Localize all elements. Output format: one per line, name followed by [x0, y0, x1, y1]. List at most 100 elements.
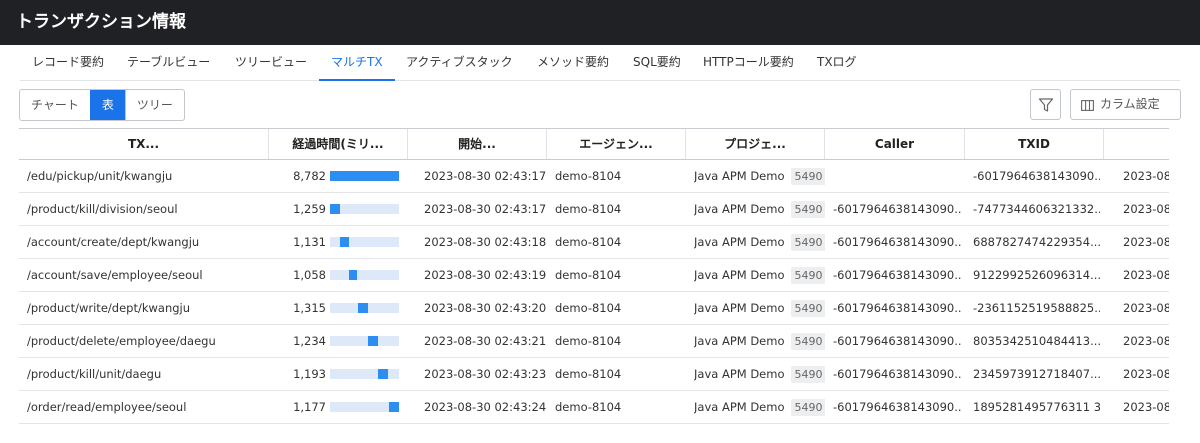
- table-row[interactable]: /product/kill/division/seoul 1,259 2023-08…: [19, 193, 1169, 226]
- table-row[interactable]: /product/kill/unit/daegu 1,193 2023-08-30 …: [19, 358, 1169, 391]
- table-header: TX... 経過時間(ミリ... 開始... エージェン... プロジェ... …: [19, 128, 1169, 160]
- end-time-cell: 2023-08-3: [1123, 268, 1169, 282]
- tx-name-cell: /product/kill/unit/daegu: [27, 367, 162, 381]
- transaction-table: TX... 経過時間(ミリ... 開始... エージェン... プロジェ... …: [19, 128, 1169, 443]
- project-cell: Java APM Demo 5490: [694, 325, 825, 357]
- caller-cell: -6017964638143090...: [833, 235, 961, 249]
- end-time-cell: 2023-08-3: [1123, 169, 1169, 183]
- project-name: Java APM Demo: [694, 235, 785, 249]
- caller-cell: -6017964638143090...: [833, 301, 961, 315]
- elapsed-bar: [330, 237, 399, 247]
- project-code-badge: 5490: [790, 168, 825, 185]
- caller-cell: -6017964638143090...: [833, 400, 961, 414]
- elapsed-bar-fill: [349, 270, 357, 280]
- elapsed-cell: 1,234: [293, 334, 326, 348]
- txid-cell: 1895281495776311 39: [973, 400, 1100, 414]
- tab-multi-tx[interactable]: マルチTX: [319, 45, 395, 81]
- column-header-project[interactable]: プロジェ...: [686, 129, 825, 159]
- column-header-elapsed[interactable]: 経過時間(ミリ...: [269, 129, 408, 159]
- project-name: Java APM Demo: [694, 301, 785, 315]
- tab-sql-summary[interactable]: SQL要約: [633, 45, 681, 81]
- elapsed-bar-fill: [340, 237, 349, 247]
- end-time-cell: 2023-08-3: [1123, 367, 1169, 381]
- caller-cell: -6017964638143090...: [833, 334, 961, 348]
- end-time-cell: 2023-08-3: [1123, 301, 1169, 315]
- elapsed-cell: 1,058: [293, 268, 326, 282]
- tab-tree-view[interactable]: ツリービュー: [235, 45, 307, 81]
- table-row[interactable]: /account/save/employee/seoul 1,058 2023-08…: [19, 259, 1169, 292]
- elapsed-bar: [330, 303, 399, 313]
- tab-table-view[interactable]: テーブルビュー: [127, 45, 210, 81]
- table-row[interactable]: /account/create/dept/kwangju 1,131 2023-08…: [19, 226, 1169, 259]
- tab-bar: レコード要約 テーブルビュー ツリービュー マルチTX アクティブスタック メソ…: [20, 45, 1180, 81]
- project-name: Java APM Demo: [694, 202, 785, 216]
- tx-name-cell: /product/write/dept/kwangju: [27, 301, 191, 315]
- elapsed-bar-fill: [378, 369, 388, 379]
- txid-cell: -6017964638143090...: [973, 169, 1100, 183]
- table-row[interactable]: /order/read/employee/seoul 1,177 2023-08-3…: [19, 391, 1169, 424]
- elapsed-bar: [330, 270, 399, 280]
- elapsed-bar: [330, 336, 399, 346]
- agent-cell: demo-8104: [555, 301, 622, 315]
- agent-cell: demo-8104: [555, 268, 622, 282]
- view-chart-button[interactable]: チャート: [20, 90, 90, 120]
- tx-name-cell: /account/save/employee/seoul: [27, 268, 203, 282]
- tx-name-cell: /account/create/dept/kwangju: [27, 235, 200, 249]
- tab-active-stack[interactable]: アクティブスタック: [406, 45, 513, 81]
- elapsed-bar: [330, 204, 399, 214]
- tab-record-summary[interactable]: レコード要約: [32, 45, 104, 81]
- start-time-cell: 2023-08-30 02:43:24: [424, 400, 547, 414]
- caller-cell: -6017964638143090...: [833, 367, 961, 381]
- end-time-cell: 2023-08-3: [1123, 235, 1169, 249]
- tab-http-call-summary[interactable]: HTTPコール要約: [703, 45, 794, 81]
- project-cell: Java APM Demo 5490: [694, 226, 825, 258]
- elapsed-cell: 1,193: [293, 367, 326, 381]
- column-header-tx[interactable]: TX...: [19, 129, 269, 159]
- agent-cell: demo-8104: [555, 202, 622, 216]
- page-title: トランザクション情報: [16, 12, 186, 32]
- project-code-badge: 5490: [790, 333, 825, 350]
- start-time-cell: 2023-08-30 02:43:21: [424, 334, 547, 348]
- project-name: Java APM Demo: [694, 400, 785, 414]
- view-toggle: チャート 表 ツリー: [19, 89, 185, 121]
- column-header-txid[interactable]: TXID: [965, 129, 1104, 159]
- tab-tx-log[interactable]: TXログ: [817, 45, 857, 81]
- project-name: Java APM Demo: [694, 169, 785, 183]
- project-cell: Java APM Demo 5490: [694, 292, 825, 324]
- elapsed-cell: 1,177: [293, 400, 326, 414]
- project-name: Java APM Demo: [694, 334, 785, 348]
- project-name: Java APM Demo: [694, 367, 785, 381]
- start-time-cell: 2023-08-30 02:43:18: [424, 235, 547, 249]
- start-time-cell: 2023-08-30 02:43:20: [424, 301, 547, 315]
- column-header-caller[interactable]: Caller: [825, 129, 965, 159]
- column-header-start[interactable]: 開始...: [408, 129, 547, 159]
- start-time-cell: 2023-08-30 02:43:23: [424, 367, 547, 381]
- view-table-button[interactable]: 表: [89, 90, 125, 120]
- project-cell: Java APM Demo 5490: [694, 358, 825, 390]
- column-header-end[interactable]: 終: [1104, 129, 1169, 159]
- view-tree-button[interactable]: ツリー: [124, 90, 184, 120]
- project-cell: Java APM Demo 5490: [694, 193, 825, 225]
- txid-cell: 9122992526096314...: [973, 268, 1100, 282]
- project-code-badge: 5490: [790, 234, 825, 251]
- table-row[interactable]: /product/write/dept/kwangju 1,315 2023-08-…: [19, 292, 1169, 325]
- table-row[interactable]: /product/delete/employee/daegu 1,234 2023-…: [19, 325, 1169, 358]
- column-header-agent[interactable]: エージェン...: [547, 129, 686, 159]
- tab-method-summary[interactable]: メソッド要約: [537, 45, 609, 81]
- project-code-badge: 5490: [790, 399, 825, 416]
- table-row[interactable]: /edu/pickup/unit/kwangju 8,782 2023-08-30 …: [19, 160, 1169, 193]
- tx-name-cell: /product/kill/division/seoul: [27, 202, 178, 216]
- project-code-badge: 5490: [790, 201, 825, 218]
- txid-cell: 2345973912718407...: [973, 367, 1100, 381]
- elapsed-bar-fill: [330, 204, 340, 214]
- caller-cell: -6017964638143090...: [833, 202, 961, 216]
- elapsed-bar-fill: [330, 171, 399, 181]
- filter-button[interactable]: [1030, 89, 1061, 120]
- elapsed-bar: [330, 171, 399, 181]
- column-settings-button[interactable]: カラム設定: [1070, 89, 1181, 120]
- agent-cell: demo-8104: [555, 400, 622, 414]
- txid-cell: -7477344606321332...: [973, 202, 1100, 216]
- agent-cell: demo-8104: [555, 367, 622, 381]
- end-time-cell: 2023-08-3: [1123, 202, 1169, 216]
- tx-name-cell: /product/delete/employee/daegu: [27, 334, 216, 348]
